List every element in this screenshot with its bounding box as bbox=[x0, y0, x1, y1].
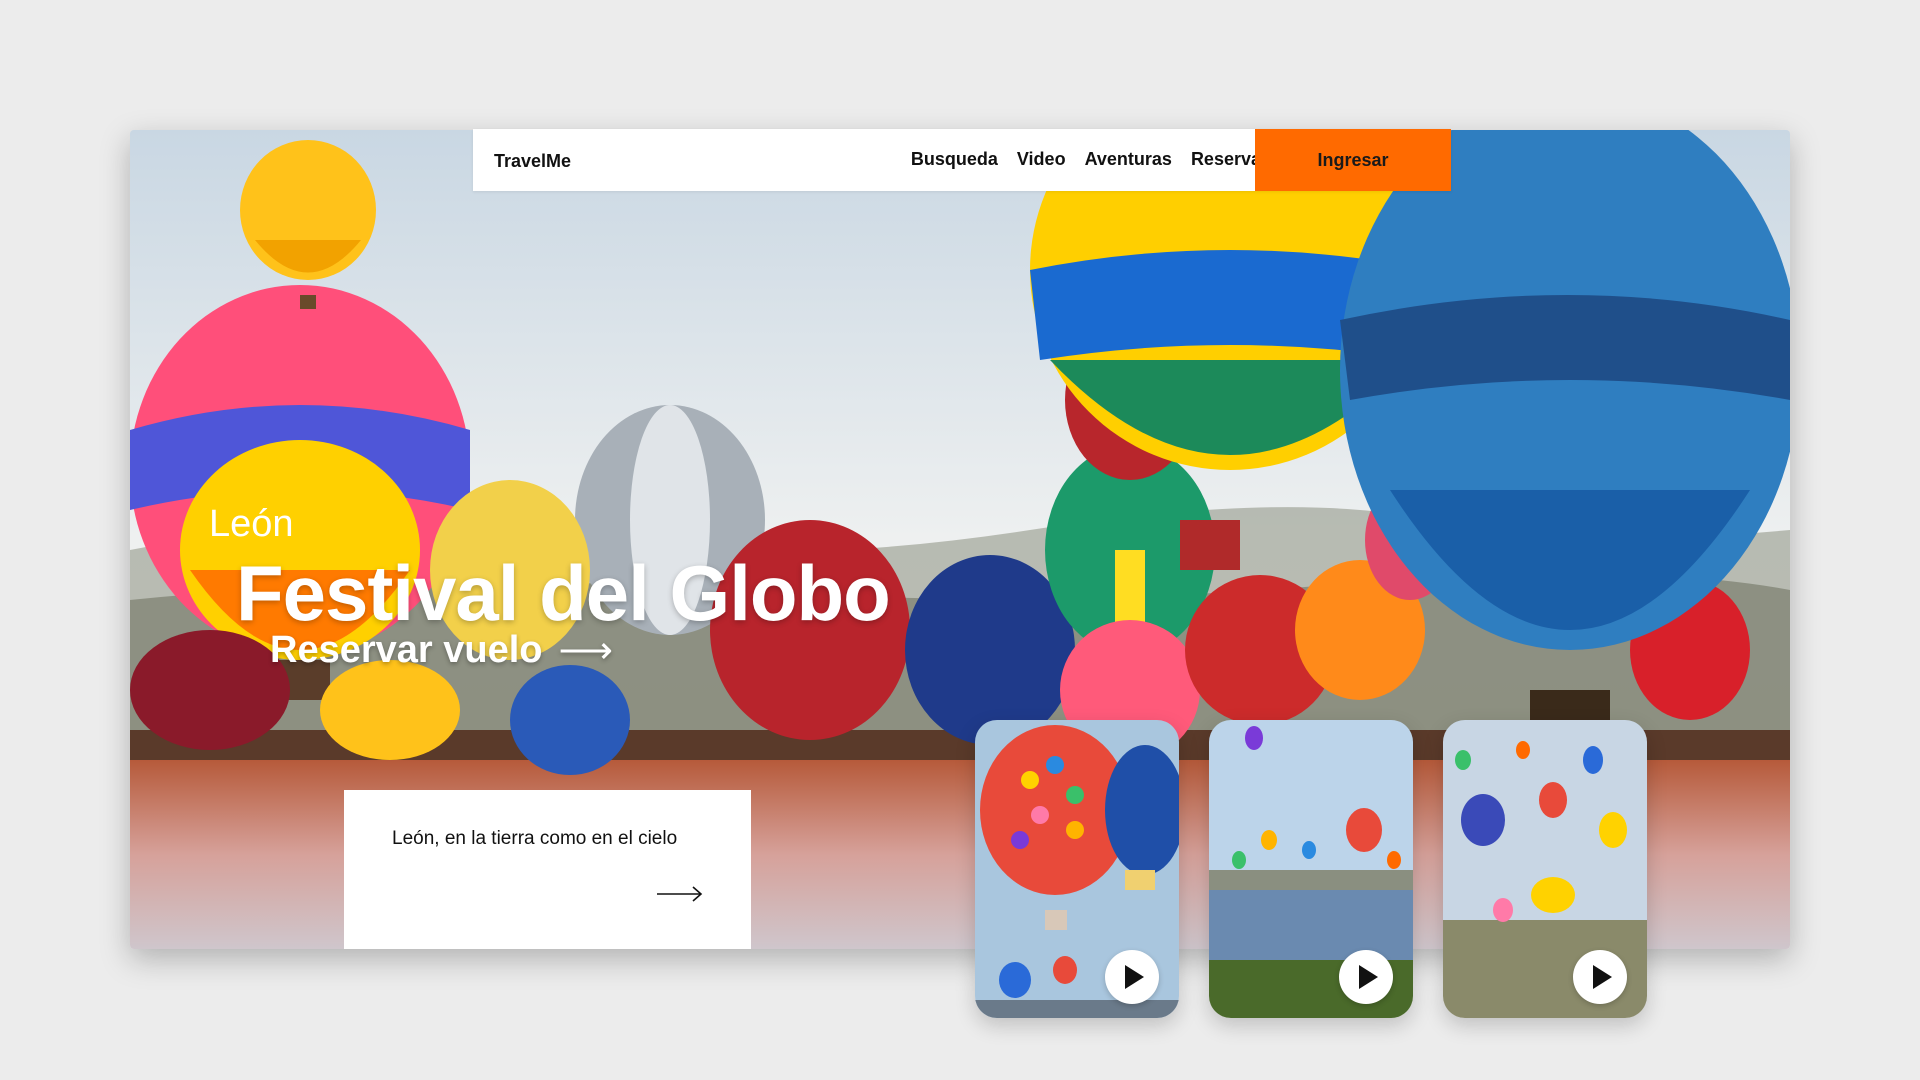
video-card-2[interactable] bbox=[1209, 720, 1413, 1018]
book-flight-link[interactable]: Reservar vuelo ⟶ bbox=[270, 628, 613, 673]
book-flight-label: Reservar vuelo bbox=[270, 629, 543, 671]
top-nav: TravelMe Busqueda Video Aventuras Reserv… bbox=[473, 129, 1451, 191]
play-icon[interactable] bbox=[1573, 950, 1627, 1004]
nav-link-aventuras[interactable]: Aventuras bbox=[1085, 149, 1172, 170]
hero-city: León bbox=[209, 503, 294, 545]
nav-link-busqueda[interactable]: Busqueda bbox=[911, 149, 998, 170]
nav-link-video[interactable]: Video bbox=[1017, 149, 1066, 170]
brand-logo[interactable]: TravelMe bbox=[494, 151, 571, 172]
arrow-right-icon[interactable] bbox=[657, 884, 703, 904]
play-icon[interactable] bbox=[1339, 950, 1393, 1004]
video-card-3[interactable] bbox=[1443, 720, 1647, 1018]
video-card-1[interactable] bbox=[975, 720, 1179, 1018]
arrow-right-icon: ⟶ bbox=[558, 630, 613, 672]
hero-title: Festival del Globo bbox=[236, 549, 891, 637]
info-card: León, en la tierra como en el cielo bbox=[344, 790, 751, 949]
info-text: León, en la tierra como en el cielo bbox=[392, 828, 678, 849]
nav-links: Busqueda Video Aventuras Reserva bbox=[911, 149, 1261, 170]
play-icon[interactable] bbox=[1105, 950, 1159, 1004]
nav-link-reserva[interactable]: Reserva bbox=[1191, 149, 1261, 170]
login-button[interactable]: Ingresar bbox=[1255, 129, 1451, 191]
